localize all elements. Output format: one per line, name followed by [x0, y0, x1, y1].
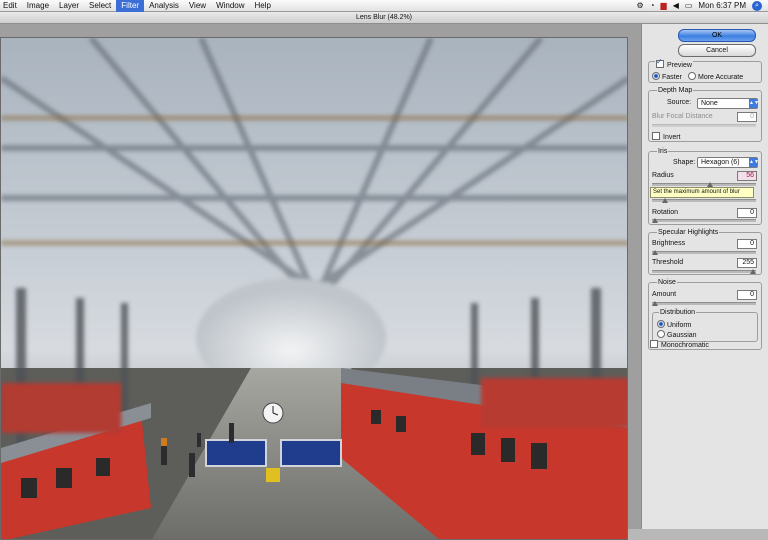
- threshold-slider-thumb[interactable]: [750, 269, 756, 274]
- faster-row[interactable]: Faster: [652, 72, 682, 81]
- invert-checkbox[interactable]: [652, 132, 660, 140]
- brightness-label: Brightness: [652, 240, 686, 247]
- monochromatic-row[interactable]: Monochromatic: [650, 340, 709, 349]
- rotation-label: Rotation: [652, 209, 679, 216]
- specular-title: Specular Highlights: [657, 229, 720, 236]
- faster-label: Faster: [662, 74, 682, 81]
- threshold-slider[interactable]: [652, 269, 756, 274]
- shape-value: Hexagon (6): [701, 159, 740, 166]
- blur-focal-label: Blur Focal Distance: [652, 113, 713, 120]
- depth-map-title: Depth Map: [657, 87, 694, 94]
- uniform-label: Uniform: [667, 322, 692, 329]
- preview-image[interactable]: [0, 37, 628, 540]
- depth-map-group: Depth Map Source: None ▲▼ Blur Focal Dis…: [648, 87, 762, 142]
- radius-label: Radius: [652, 172, 674, 179]
- brightness-slider-thumb[interactable]: [652, 250, 658, 255]
- rotation-slider[interactable]: [652, 218, 756, 223]
- rotation-field[interactable]: 0: [737, 208, 757, 218]
- menu-window[interactable]: Window: [211, 0, 249, 12]
- menubar-clock[interactable]: Mon 6:37 PM: [698, 0, 746, 12]
- amount-label: Amount: [652, 291, 677, 298]
- radius-field[interactable]: 56: [737, 171, 757, 181]
- source-label: Source:: [667, 99, 692, 106]
- blur-focal-field[interactable]: 0: [737, 112, 757, 122]
- spotlight-icon[interactable]: ⌕: [752, 0, 762, 11]
- specular-group: Specular Highlights Brightness 0 Thresho…: [648, 229, 762, 275]
- chevron-updown-icon: ▲▼: [749, 158, 759, 167]
- menu-edit[interactable]: Edit: [0, 0, 22, 12]
- dialog-title-bar: Lens Blur (48.2%): [0, 12, 768, 24]
- amount-field[interactable]: 0: [737, 290, 757, 300]
- dialog-title: Lens Blur (48.2%): [355, 14, 413, 21]
- distribution-title: Distribution: [659, 309, 697, 316]
- brightness-slider[interactable]: [652, 250, 756, 255]
- menu-image[interactable]: Image: [22, 0, 54, 12]
- preview-group: Preview Faster More Accurate: [648, 57, 762, 83]
- volume-icon[interactable]: ◀: [673, 0, 679, 12]
- menu-help[interactable]: Help: [250, 0, 276, 12]
- chevron-updown-icon: ▲▼: [749, 99, 759, 108]
- preview-label: Preview: [667, 62, 692, 69]
- invert-label: Invert: [663, 134, 681, 141]
- distribution-group: Distribution Uniform Gaussian: [652, 309, 758, 342]
- iris-title: Iris: [657, 148, 669, 155]
- rotation-slider-thumb[interactable]: [652, 218, 658, 223]
- monochromatic-checkbox[interactable]: [650, 340, 658, 348]
- battery-icon[interactable]: ▭: [685, 0, 693, 12]
- shape-label: Shape:: [673, 159, 696, 166]
- menu-filter[interactable]: Filter: [116, 0, 145, 12]
- preview-row[interactable]: Preview: [655, 57, 693, 69]
- blur-focal-slider[interactable]: [652, 124, 756, 127]
- threshold-label: Threshold: [652, 259, 684, 266]
- more-accurate-label: More Accurate: [698, 74, 744, 81]
- gaussian-label: Gaussian: [667, 332, 697, 339]
- ok-button[interactable]: OK: [678, 29, 756, 42]
- shape-select[interactable]: Hexagon (6) ▲▼: [697, 157, 759, 168]
- monochromatic-label: Monochromatic: [661, 342, 709, 349]
- radius-tooltip: Set the maximum amount of blur: [650, 187, 754, 198]
- more-accurate-row[interactable]: More Accurate: [688, 72, 743, 81]
- radius-slider[interactable]: [652, 182, 756, 187]
- flag-icon[interactable]: ▆: [661, 0, 667, 12]
- cancel-button[interactable]: Cancel: [678, 44, 756, 57]
- menu-bar: Edit Image Layer Select Filter Analysis …: [0, 0, 768, 12]
- more-accurate-radio[interactable]: [688, 72, 696, 80]
- uniform-row[interactable]: Uniform: [657, 320, 692, 329]
- amount-slider[interactable]: [652, 301, 756, 306]
- gaussian-radio[interactable]: [657, 330, 665, 338]
- noise-title: Noise: [657, 279, 677, 286]
- menu-layer[interactable]: Layer: [54, 0, 84, 12]
- preview-checkbox[interactable]: [656, 57, 664, 68]
- menu-select[interactable]: Select: [84, 0, 116, 12]
- menu-extras: ⚙ ◔ ▆ ◀ ▭ Mon 6:37 PM ⌕: [637, 0, 768, 12]
- preview-area: [0, 24, 641, 540]
- invert-row[interactable]: Invert: [652, 132, 681, 141]
- blade-curvature-slider[interactable]: [652, 198, 756, 203]
- amount-slider-thumb[interactable]: [652, 301, 658, 306]
- script-icon[interactable]: ⚙: [637, 0, 644, 12]
- wifi-icon[interactable]: ◔: [650, 0, 655, 12]
- gaussian-row[interactable]: Gaussian: [657, 330, 697, 339]
- curvature-slider-thumb[interactable]: [661, 198, 668, 203]
- faster-radio[interactable]: [652, 72, 660, 80]
- threshold-field[interactable]: 255: [737, 258, 757, 268]
- source-value: None: [701, 100, 718, 107]
- menu-analysis[interactable]: Analysis: [144, 0, 184, 12]
- brightness-field[interactable]: 0: [737, 239, 757, 249]
- options-panel: OK Cancel Preview Faster More Accurate D…: [641, 24, 768, 529]
- menu-view[interactable]: View: [184, 0, 211, 12]
- station-photo: [1, 38, 627, 539]
- source-select[interactable]: None ▲▼: [697, 98, 759, 109]
- uniform-radio[interactable]: [657, 320, 665, 328]
